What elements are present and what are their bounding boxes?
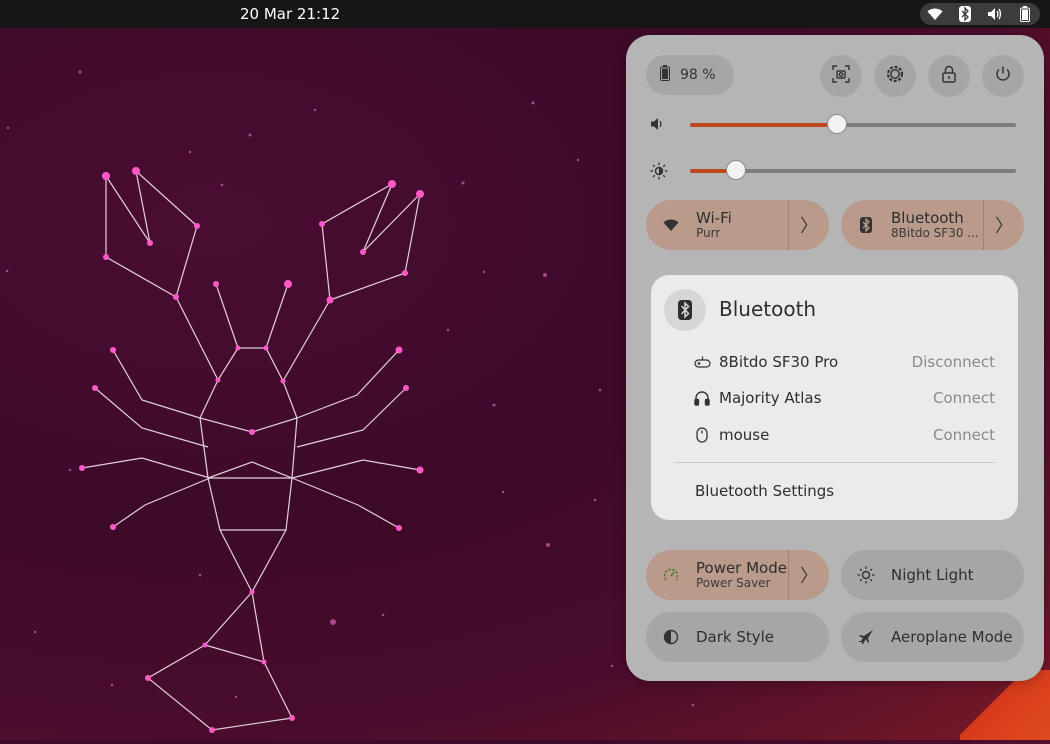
volume-slider-handle[interactable] [826, 114, 847, 134]
disconnect-button[interactable]: Disconnect [912, 353, 995, 371]
bluetooth-device-row[interactable]: 8Bitdo SF30 Pro Disconnect [693, 350, 995, 374]
power-icon [994, 65, 1012, 87]
device-name: Majority Atlas [719, 389, 822, 407]
bluetooth-menu-arrow[interactable]: 〉 [983, 200, 1024, 250]
power-mode-icon [662, 566, 680, 584]
bluetooth-toggle-title: Bluetooth [891, 208, 964, 227]
volume-icon [986, 6, 1004, 22]
night-light-icon [857, 566, 875, 584]
device-name: mouse [719, 426, 770, 444]
bluetooth-settings-link[interactable]: Bluetooth Settings [695, 482, 834, 500]
wifi-toggle-main[interactable]: Wi-Fi Purr [646, 200, 788, 250]
lock-icon [941, 65, 957, 87]
aeroplane-mode-toggle-main[interactable]: Aeroplane Mode [841, 612, 1024, 662]
power-button[interactable] [982, 55, 1024, 97]
clock[interactable]: 20 Mar 21:12 [240, 5, 340, 23]
brightness-slider-row [650, 159, 1020, 183]
dark-style-icon [662, 628, 680, 646]
volume-slider[interactable] [690, 114, 1016, 134]
bluetooth-device-row[interactable]: mouse Connect [693, 423, 995, 447]
settings-icon [886, 65, 904, 87]
menu-divider [675, 462, 995, 463]
lock-button[interactable] [928, 55, 970, 97]
volume-slider-fill [690, 123, 837, 127]
wifi-network-name: Purr [696, 226, 721, 241]
power-mode-title: Power Mode [696, 558, 787, 577]
night-light-toggle[interactable]: Night Light [841, 550, 1024, 600]
night-light-title: Night Light [891, 565, 974, 584]
bluetooth-menu-icon [664, 289, 706, 331]
bluetooth-menu: Bluetooth 8Bitdo SF30 Pro Disconnect Maj… [651, 275, 1018, 520]
speaker-icon [650, 116, 668, 134]
brightness-slider[interactable] [690, 160, 1016, 180]
quick-settings-panel: 98 % Wi-Fi Purr 〉 Bluetooth 8Bitdo SF30 … [626, 35, 1044, 681]
power-mode-toggle[interactable]: Power Mode Power Saver 〉 [646, 550, 829, 600]
bluetooth-menu-title: Bluetooth [719, 297, 817, 321]
wifi-icon [926, 6, 944, 22]
battery-percentage: 98 % [680, 67, 716, 83]
volume-slider-row [650, 113, 1020, 137]
connect-button[interactable]: Connect [933, 426, 995, 444]
wifi-toggle[interactable]: Wi-Fi Purr 〉 [646, 200, 829, 250]
gamepad-icon [693, 353, 711, 371]
headphones-icon [693, 389, 711, 407]
night-light-toggle-main[interactable]: Night Light [841, 550, 1024, 600]
battery-status-button[interactable]: 98 % [646, 55, 734, 95]
bluetooth-toggle-main[interactable]: Bluetooth 8Bitdo SF30 ... [841, 200, 983, 250]
aeroplane-mode-title: Aeroplane Mode [891, 627, 1013, 646]
mouse-icon [693, 426, 711, 444]
wifi-icon [662, 216, 680, 234]
battery-icon [660, 65, 670, 85]
bluetooth-device-row[interactable]: Majority Atlas Connect [693, 386, 995, 410]
settings-button[interactable] [874, 55, 916, 97]
power-mode-menu-arrow[interactable]: 〉 [788, 550, 829, 600]
bluetooth-connected-device: 8Bitdo SF30 ... [891, 226, 979, 241]
dark-style-toggle[interactable]: Dark Style [646, 612, 829, 662]
brightness-icon [650, 162, 668, 180]
system-tray[interactable] [920, 3, 1040, 25]
bluetooth-icon [857, 216, 875, 234]
brightness-slider-handle[interactable] [725, 160, 746, 180]
wifi-menu-arrow[interactable]: 〉 [788, 200, 829, 250]
bluetooth-icon [956, 6, 974, 22]
power-mode-profile: Power Saver [696, 576, 771, 591]
screenshot-button[interactable] [820, 55, 862, 97]
aeroplane-icon [857, 628, 875, 646]
dark-style-toggle-main[interactable]: Dark Style [646, 612, 829, 662]
power-mode-toggle-main[interactable]: Power Mode Power Saver [646, 550, 788, 600]
wifi-toggle-title: Wi-Fi [696, 208, 732, 227]
bluetooth-toggle[interactable]: Bluetooth 8Bitdo SF30 ... 〉 [841, 200, 1024, 250]
dark-style-title: Dark Style [696, 627, 775, 646]
battery-icon [1016, 6, 1034, 22]
aeroplane-mode-toggle[interactable]: Aeroplane Mode [841, 612, 1024, 662]
connect-button[interactable]: Connect [933, 389, 995, 407]
device-name: 8Bitdo SF30 Pro [719, 353, 839, 371]
screenshot-icon [832, 65, 850, 87]
top-bar: 20 Mar 21:12 [0, 0, 1050, 28]
